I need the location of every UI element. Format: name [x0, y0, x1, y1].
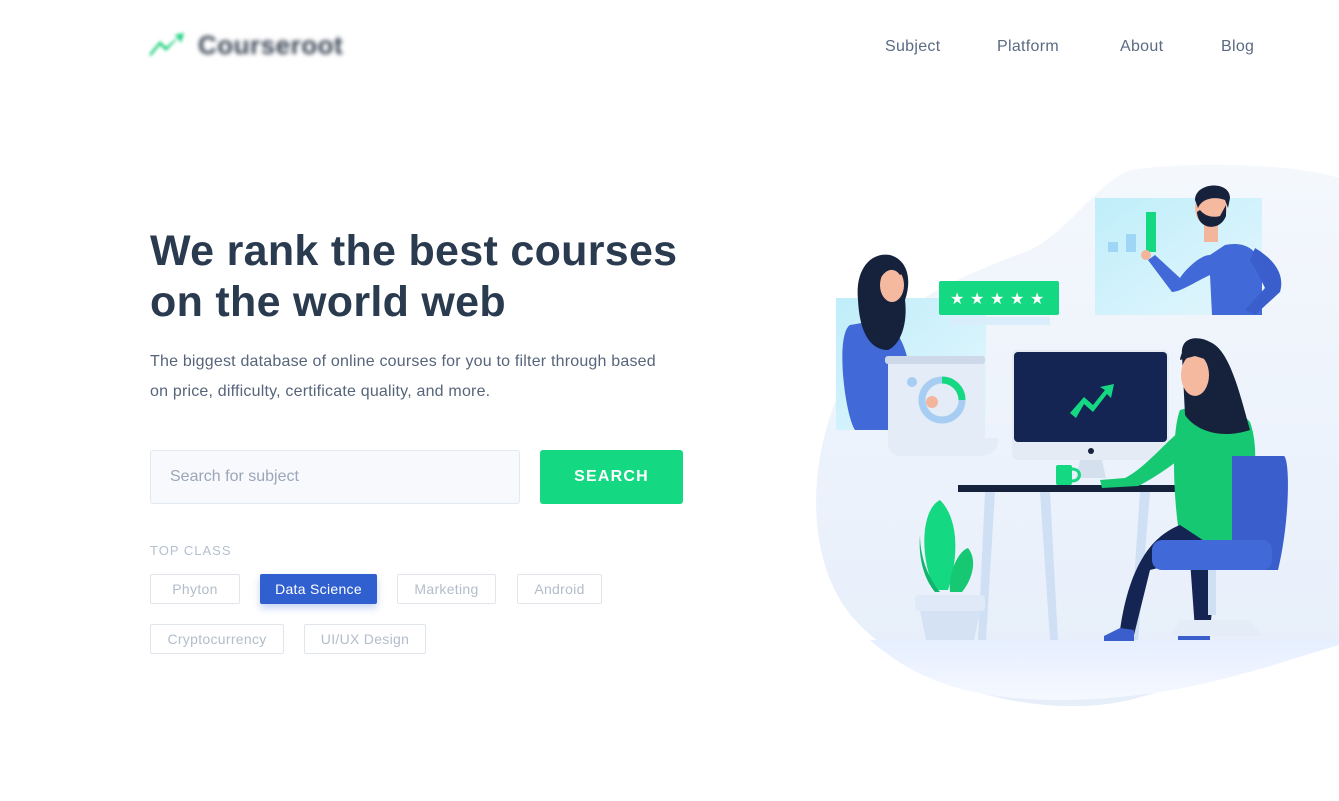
chip-cryptocurrency[interactable]: Cryptocurrency: [150, 624, 284, 654]
desk-top: [958, 485, 1208, 492]
search-button[interactable]: SEARCH: [540, 450, 683, 504]
star-icon: ★: [990, 289, 1004, 308]
hero-subtitle-line-2: on price, difficulty, certificate qualit…: [150, 383, 491, 400]
star-icon: ★: [1010, 289, 1024, 308]
desktop-monitor: [1012, 350, 1169, 478]
chip-data-science[interactable]: Data Science: [260, 574, 377, 604]
green-bar: [1146, 212, 1156, 252]
search-input[interactable]: [150, 450, 520, 504]
hero-title: We rank the best courses on the world we…: [150, 226, 750, 328]
chip-phyton[interactable]: Phyton: [150, 574, 240, 604]
nav-link-about[interactable]: About: [1120, 38, 1163, 56]
hero-subtitle-line-1: The biggest database of online courses f…: [150, 353, 656, 370]
nav-link-platform[interactable]: Platform: [997, 38, 1059, 56]
coffee-mug: [1056, 465, 1072, 485]
hero-title-line-2: on the world web: [150, 278, 506, 326]
chip-ui-ux-design[interactable]: UI/UX Design: [304, 624, 426, 654]
chip-android[interactable]: Android: [517, 574, 602, 604]
star-icon: ★: [950, 289, 964, 308]
report-paper: [888, 360, 999, 456]
top-navigation: Subject Platform About Blog: [0, 38, 1339, 60]
floor-shape: [870, 640, 1339, 700]
hero-subtitle: The biggest database of online courses f…: [150, 347, 710, 407]
star-icon: ★: [1030, 289, 1044, 308]
top-class-label: TOP CLASS: [150, 543, 232, 558]
hero-illustration: ★ ★ ★ ★ ★: [816, 164, 1339, 707]
star-icons: ★ ★ ★ ★ ★: [950, 289, 1044, 308]
hero-title-line-1: We rank the best courses: [150, 227, 678, 275]
nav-link-blog[interactable]: Blog: [1221, 38, 1254, 56]
chip-marketing[interactable]: Marketing: [397, 574, 496, 604]
star-icon: ★: [970, 289, 984, 308]
nav-link-subject[interactable]: Subject: [885, 38, 940, 56]
